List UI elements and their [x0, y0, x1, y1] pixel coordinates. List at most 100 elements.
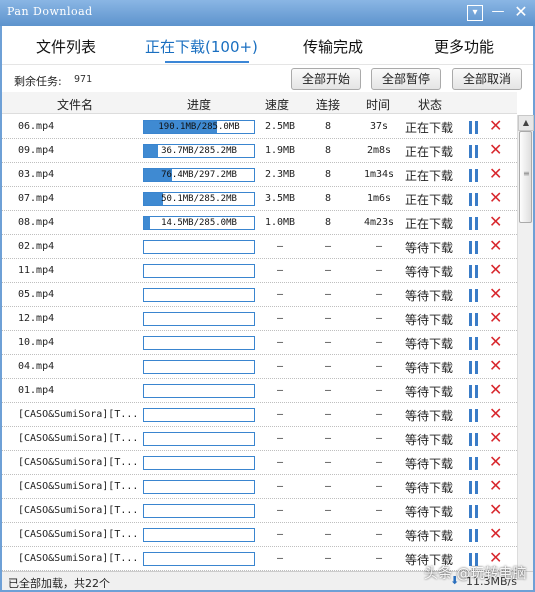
pause-icon[interactable] [468, 337, 480, 350]
tab-file-list[interactable]: 文件列表 [36, 36, 96, 57]
column-header-progress[interactable]: 进度 [187, 96, 211, 113]
time-remaining: – [375, 457, 383, 468]
pause-icon[interactable] [468, 361, 480, 374]
table-row[interactable]: 11.mp4 – – – 等待下载 ✕ [2, 259, 517, 283]
pause-icon[interactable] [468, 481, 480, 494]
table-row[interactable]: 07.mp4 50.1MB/285.2MB 3.5MB 8 1m6s 正在下载 ✕ [2, 187, 517, 211]
status-value: 等待下载 [405, 313, 454, 327]
delete-icon[interactable]: ✕ [489, 238, 502, 254]
column-header-status[interactable]: 状态 [418, 96, 442, 113]
table-row[interactable]: [CASO&SumiSora][T... – – – 等待下载 ✕ [2, 451, 517, 475]
table-row[interactable]: 12.mp4 – – – 等待下载 ✕ [2, 307, 517, 331]
file-name: 11.mp4 [18, 265, 55, 276]
pause-icon[interactable] [468, 505, 480, 518]
watermark: 头条 @玩转电脑 [424, 566, 527, 582]
table-row[interactable]: 03.mp4 76.4MB/297.2MB 2.3MB 8 1m34s 正在下载 ✕ [2, 163, 517, 187]
vertical-scrollbar[interactable]: ▲ ≡ [517, 115, 534, 571]
delete-icon[interactable]: ✕ [489, 190, 502, 206]
delete-icon[interactable]: ✕ [489, 502, 502, 518]
file-name: 03.mp4 [18, 169, 55, 180]
delete-icon[interactable]: ✕ [489, 382, 502, 398]
tab-completed[interactable]: 传输完成 [303, 36, 363, 57]
table-row[interactable]: 04.mp4 – – – 等待下载 ✕ [2, 355, 517, 379]
pause-icon[interactable] [468, 145, 480, 158]
dropdown-box-icon[interactable]: ▾ [467, 5, 483, 21]
delete-icon[interactable]: ✕ [489, 262, 502, 278]
table-row[interactable]: [CASO&SumiSora][T... – – – 等待下载 ✕ [2, 427, 517, 451]
connections-value: 8 [324, 217, 332, 228]
table-row[interactable]: 05.mp4 – – – 等待下载 ✕ [2, 283, 517, 307]
delete-icon[interactable]: ✕ [489, 118, 502, 134]
status-value: 等待下载 [405, 265, 454, 279]
speed-value: 1.9MB [264, 145, 296, 156]
cancel-all-button[interactable]: 全部取消 [452, 68, 522, 90]
time-remaining: – [375, 337, 383, 348]
table-row[interactable]: [CASO&SumiSora][T... – – – 等待下载 ✕ [2, 475, 517, 499]
pause-icon[interactable] [468, 409, 480, 422]
progress-bar [143, 432, 255, 446]
title-bar[interactable]: Pan Download ▾ — ✕ [0, 0, 535, 26]
remaining-label: 剩余任务: [14, 75, 62, 88]
delete-icon[interactable]: ✕ [489, 454, 502, 470]
pause-icon[interactable] [468, 121, 480, 134]
pause-icon[interactable] [468, 529, 480, 542]
delete-icon[interactable]: ✕ [489, 430, 502, 446]
delete-icon[interactable]: ✕ [489, 478, 502, 494]
table-row[interactable]: 02.mp4 – – – 等待下载 ✕ [2, 235, 517, 259]
pause-icon[interactable] [468, 457, 480, 470]
table-row[interactable]: 08.mp4 14.5MB/285.0MB 1.0MB 8 4m23s 正在下载 ✕ [2, 211, 517, 235]
delete-icon[interactable]: ✕ [489, 286, 502, 302]
pause-icon[interactable] [468, 217, 480, 230]
column-header-connections[interactable]: 连接 [316, 96, 340, 113]
time-remaining: – [375, 481, 383, 492]
table-row[interactable]: [CASO&SumiSora][T... – – – 等待下载 ✕ [2, 523, 517, 547]
column-header-filename[interactable]: 文件名 [57, 96, 93, 113]
pause-icon[interactable] [468, 265, 480, 278]
delete-icon[interactable]: ✕ [489, 406, 502, 422]
tab-downloading[interactable]: 正在下载(100+) [145, 36, 258, 57]
table-row[interactable]: 01.mp4 – – – 等待下载 ✕ [2, 379, 517, 403]
column-header-speed[interactable]: 速度 [265, 96, 289, 113]
speed-value: – [276, 505, 284, 516]
pause-icon[interactable] [468, 289, 480, 302]
pause-all-button[interactable]: 全部暂停 [371, 68, 441, 90]
scroll-up-arrow-icon[interactable]: ▲ [518, 115, 534, 131]
close-icon[interactable]: ✕ [513, 4, 529, 21]
start-all-button[interactable]: 全部开始 [291, 68, 361, 90]
progress-bar [143, 456, 255, 470]
time-remaining: 1m6s [366, 193, 392, 204]
connections-value: – [324, 337, 332, 348]
time-remaining: – [375, 241, 383, 252]
pause-icon[interactable] [468, 193, 480, 206]
pause-icon[interactable] [468, 385, 480, 398]
delete-icon[interactable]: ✕ [489, 334, 502, 350]
connections-value: – [324, 265, 332, 276]
pause-icon[interactable] [468, 169, 480, 182]
progress-text: 14.5MB/285.0MB [161, 218, 237, 228]
minimize-icon[interactable]: — [490, 5, 506, 21]
table-row[interactable]: 10.mp4 – – – 等待下载 ✕ [2, 331, 517, 355]
table-row[interactable]: [CASO&SumiSora][T... – – – 等待下载 ✕ [2, 499, 517, 523]
time-remaining: – [375, 313, 383, 324]
time-remaining: 37s [369, 121, 389, 132]
delete-icon[interactable]: ✕ [489, 142, 502, 158]
delete-icon[interactable]: ✕ [489, 214, 502, 230]
table-row[interactable]: 06.mp4 190.1MB/285.0MB 2.5MB 8 37s 正在下载 ✕ [2, 115, 517, 139]
tab-more-features[interactable]: 更多功能 [434, 36, 494, 57]
scrollbar-thumb[interactable]: ≡ [519, 131, 532, 223]
active-tab-indicator [165, 61, 249, 63]
delete-icon[interactable]: ✕ [489, 166, 502, 182]
pause-icon[interactable] [468, 313, 480, 326]
delete-icon[interactable]: ✕ [489, 526, 502, 542]
table-row[interactable]: 09.mp4 36.7MB/285.2MB 1.9MB 8 2m8s 正在下载 ✕ [2, 139, 517, 163]
pause-icon[interactable] [468, 241, 480, 254]
delete-icon[interactable]: ✕ [489, 358, 502, 374]
status-value: 等待下载 [405, 409, 454, 423]
status-value: 等待下载 [405, 529, 454, 543]
progress-bar: 14.5MB/285.0MB [143, 216, 255, 230]
file-name: 08.mp4 [18, 217, 55, 228]
column-header-time[interactable]: 时间 [366, 96, 390, 113]
table-row[interactable]: [CASO&SumiSora][T... – – – 等待下载 ✕ [2, 403, 517, 427]
delete-icon[interactable]: ✕ [489, 310, 502, 326]
pause-icon[interactable] [468, 433, 480, 446]
